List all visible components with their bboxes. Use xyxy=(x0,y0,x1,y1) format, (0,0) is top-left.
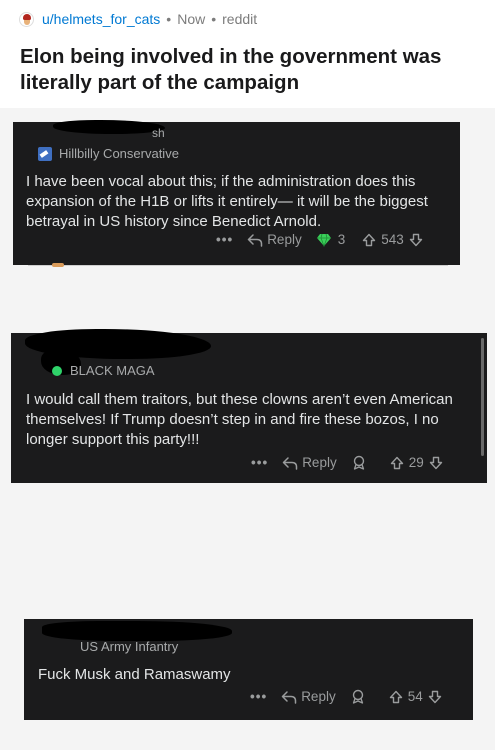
comment-card: BLACK MAGA I would call them traitors, b… xyxy=(11,329,487,483)
vote-controls: 54 xyxy=(384,689,447,704)
award-button[interactable]: 3 xyxy=(316,232,346,247)
vote-controls: 29 xyxy=(385,455,448,470)
redaction-scribble xyxy=(53,120,165,134)
comment-actions: ••• Reply 54 xyxy=(250,689,447,704)
comment-body: I have been vocal about this; if the adm… xyxy=(26,173,428,230)
reply-arrow-icon xyxy=(281,690,297,704)
upvote-icon[interactable] xyxy=(389,690,403,704)
user-flair: US Army Infantry xyxy=(80,639,178,654)
downvote-icon[interactable] xyxy=(428,690,442,704)
comment-username[interactable]: sh xyxy=(152,126,165,140)
award-icon xyxy=(352,689,363,704)
more-options-button[interactable]: ••• xyxy=(250,689,267,704)
reply-label: Reply xyxy=(301,689,336,704)
meta-separator: • xyxy=(211,11,217,27)
award-count: 3 xyxy=(337,232,346,247)
scrollbar[interactable] xyxy=(481,338,484,456)
flair-label: BLACK MAGA xyxy=(70,363,155,378)
reply-arrow-icon xyxy=(247,233,263,247)
upvote-icon[interactable] xyxy=(362,233,376,247)
flair-label: Hillbilly Conservative xyxy=(59,146,179,161)
user-avatar-icon[interactable] xyxy=(19,11,34,27)
more-options-button[interactable]: ••• xyxy=(216,232,233,247)
post-time: Now xyxy=(177,11,206,27)
reply-button[interactable]: Reply xyxy=(247,232,302,247)
user-flair: BLACK MAGA xyxy=(52,363,155,378)
downvote-icon[interactable] xyxy=(429,456,443,470)
downvote-icon[interactable] xyxy=(409,233,423,247)
reply-button[interactable]: Reply xyxy=(281,689,336,704)
post-meta: u/helmets_for_cats • Now • reddit xyxy=(19,9,257,29)
vote-controls: 543 xyxy=(357,232,428,247)
post-username[interactable]: u/helmets_for_cats xyxy=(42,11,160,27)
redaction-scribble xyxy=(42,621,232,641)
comment-body: I would call them traitors, but these cl… xyxy=(26,391,453,448)
comment-actions: ••• Reply 29 xyxy=(251,455,448,470)
flair-label: US Army Infantry xyxy=(80,639,179,654)
comment-card: sh Hillbilly Conservative I have been vo… xyxy=(13,120,460,265)
reply-label: Reply xyxy=(302,455,337,470)
award-button[interactable] xyxy=(351,455,373,470)
award-icon xyxy=(353,455,364,470)
upvote-icon[interactable] xyxy=(390,456,404,470)
reply-button[interactable]: Reply xyxy=(282,455,337,470)
post-header: u/helmets_for_cats • Now • reddit Elon b… xyxy=(0,0,495,108)
comment-actions: ••• Reply 3 543 xyxy=(216,232,428,247)
award-button[interactable] xyxy=(350,689,372,704)
post-title: Elon being involved in the government wa… xyxy=(20,45,442,94)
flair-badge-icon xyxy=(38,146,52,161)
partial-avatar xyxy=(52,263,64,267)
more-options-button[interactable]: ••• xyxy=(251,455,268,470)
comment-body: Fuck Musk and Ramaswamy xyxy=(38,666,231,683)
gem-award-icon xyxy=(316,233,331,247)
vote-count: 29 xyxy=(408,455,424,470)
user-flair: Hillbilly Conservative xyxy=(38,146,179,161)
online-status-icon xyxy=(52,365,62,376)
reply-label: Reply xyxy=(267,232,302,247)
post-source: reddit xyxy=(222,11,258,27)
vote-count: 543 xyxy=(381,232,404,247)
meta-separator: • xyxy=(166,11,172,27)
vote-count: 54 xyxy=(407,689,423,704)
divider xyxy=(28,265,448,266)
reply-arrow-icon xyxy=(282,456,298,470)
comment-card: US Army Infantry Fuck Musk and Ramaswamy… xyxy=(24,619,473,720)
